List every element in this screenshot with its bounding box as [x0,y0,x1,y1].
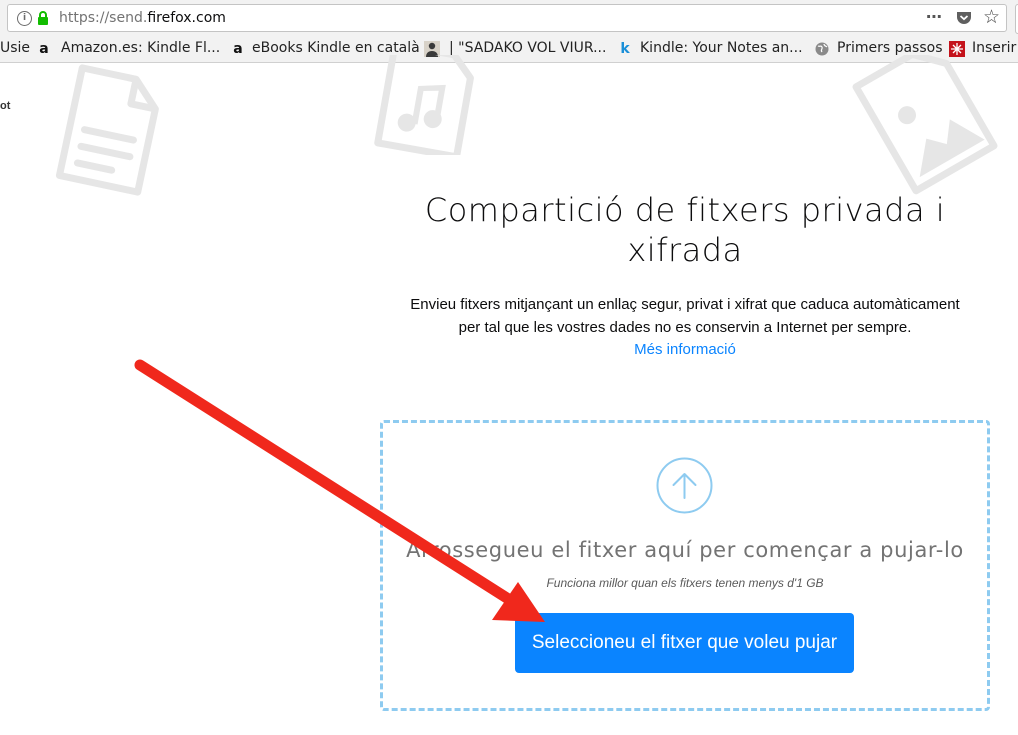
bookmark-item[interactable]: | "SADAKO VOL VIUR... [449,40,606,56]
bookmark-item[interactable]: Inserir [972,40,1016,56]
dropzone-size-hint: Funciona millor quan els fitxers tenen m… [546,576,824,590]
browser-toolbar: i https://send.firefox.com ⋯ ☆ [0,0,1018,38]
image-file-icon [852,55,998,195]
bookmark-item[interactable]: eBooks Kindle en català [252,40,420,56]
url-bar[interactable]: i https://send.firefox.com ⋯ ☆ [7,4,1007,32]
select-file-button[interactable]: Seleccioneu el fitxer que voleu pujar [515,613,854,673]
bookmark-item[interactable]: Amazon.es: Kindle Fl... [61,40,220,56]
url-host: firefox.com [147,10,226,26]
description-line: per tal que les vostres dades no es cons… [458,319,912,336]
description-line: Envieu fitxers mitjançant un enllaç segu… [410,296,960,313]
document-file-icon [55,64,159,196]
url-prefix: https://send. [59,10,148,26]
page-title: Compartició de fitxers privada i xifrada [405,190,965,270]
page-actions-icon[interactable]: ⋯ [926,7,943,26]
bookmark-item[interactable]: Usie [0,40,30,56]
more-info-link[interactable]: Més informació [405,340,965,360]
kindle-icon: k [620,41,630,57]
bookmark-star-icon[interactable]: ☆ [983,6,1000,28]
music-file-icon [374,55,474,155]
bookmark-item[interactable]: Kindle: Your Notes an... [640,40,803,56]
globe-icon [815,42,829,56]
upload-arrow-icon [656,457,713,514]
amazon-icon: a [39,41,49,57]
lock-icon [38,11,48,25]
page-description: Envieu fitxers mitjançant un enllaç segu… [405,293,965,339]
url-text[interactable]: https://send.firefox.com [59,10,226,26]
bookmark-item[interactable]: Primers passos [837,40,943,56]
info-icon[interactable]: i [17,11,32,26]
side-text-fragment: ot [0,100,11,112]
page-title-line: xifrada [627,231,743,269]
dropzone-instruction: Arrossegueu el fitxer aquí per començar … [406,538,964,562]
page-title-line: Compartició de fitxers privada i [424,191,946,229]
pocket-icon[interactable] [956,11,972,25]
amazon-icon: a [233,41,243,57]
